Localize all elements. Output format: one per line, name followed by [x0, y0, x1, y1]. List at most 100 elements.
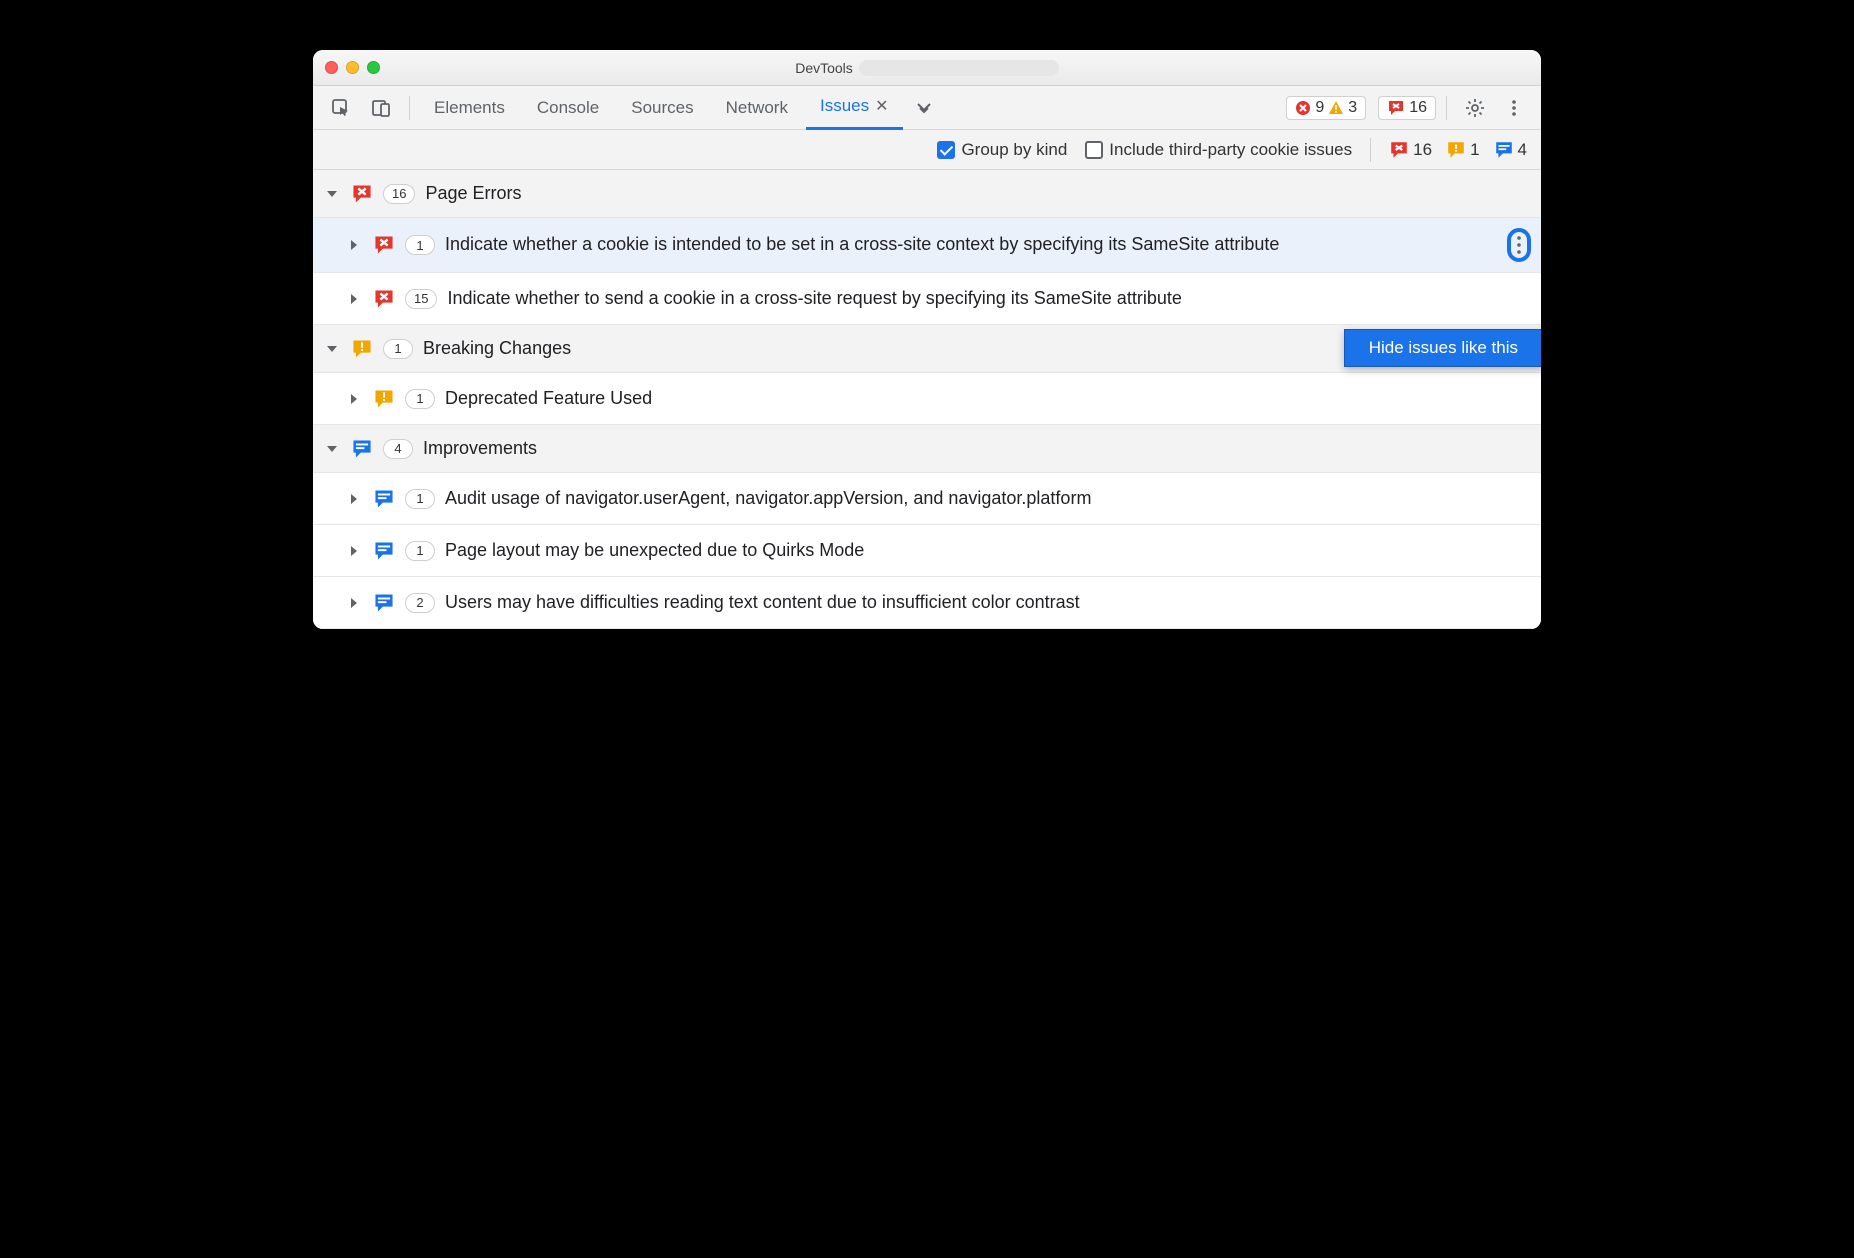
- devtools-window: DevTools Elements Console Sources Networ…: [313, 50, 1541, 629]
- tab-issues[interactable]: Issues ✕: [806, 86, 903, 130]
- issue-text: Indicate whether a cookie is intended to…: [445, 233, 1491, 256]
- group-count-badge: 1: [383, 339, 413, 359]
- disclosure-icon: [345, 390, 363, 408]
- include-third-party-label: Include third-party cookie issues: [1109, 140, 1352, 160]
- error-speech-icon: [1389, 140, 1409, 160]
- issue-text: Users may have difficulties reading text…: [445, 591, 1531, 614]
- checkbox-unchecked-icon: [1085, 141, 1103, 159]
- close-tab-icon[interactable]: ✕: [875, 96, 888, 116]
- error-speech-icon: [351, 183, 373, 205]
- issue-text: Audit usage of navigator.userAgent, navi…: [445, 487, 1531, 510]
- maximize-window-button[interactable]: [367, 61, 380, 74]
- warnings-filter-count: 1: [1470, 140, 1479, 160]
- traffic-lights: [325, 61, 380, 74]
- disclosure-icon: [323, 340, 341, 358]
- issue-row[interactable]: 1 Deprecated Feature Used: [313, 373, 1541, 425]
- issue-row[interactable]: 1 Audit usage of navigator.userAgent, nav…: [313, 473, 1541, 525]
- divider: [409, 96, 410, 120]
- tab-sources-label: Sources: [631, 98, 693, 118]
- disclosure-icon: [323, 440, 341, 458]
- minimize-window-button[interactable]: [346, 61, 359, 74]
- issue-counts: 16 1 4: [1389, 140, 1527, 160]
- more-tabs-button[interactable]: [907, 86, 941, 130]
- group-by-kind-toggle[interactable]: Group by kind: [937, 140, 1067, 160]
- inspect-element-button[interactable]: [323, 86, 359, 130]
- issue-count-badge: 1: [405, 389, 435, 409]
- warning-triangle-icon: [1328, 100, 1344, 116]
- disclosure-icon: [345, 236, 363, 254]
- group-title: Improvements: [423, 437, 1531, 460]
- info-speech-icon: [1494, 140, 1514, 160]
- issue-more-options-button[interactable]: [1507, 228, 1531, 262]
- device-toolbar-button[interactable]: [363, 86, 399, 130]
- issues-status-chip[interactable]: 16: [1378, 96, 1436, 120]
- tab-sources[interactable]: Sources: [617, 86, 707, 130]
- close-window-button[interactable]: [325, 61, 338, 74]
- issue-row[interactable]: 1 Indicate whether a cookie is intended t…: [313, 218, 1541, 273]
- issue-count-badge: 1: [405, 235, 435, 255]
- tab-elements-label: Elements: [434, 98, 505, 118]
- disclosure-icon: [345, 290, 363, 308]
- warning-speech-icon: [373, 388, 395, 410]
- errors-filter-count: 16: [1413, 140, 1432, 160]
- settings-button[interactable]: [1457, 86, 1493, 130]
- warning-speech-icon: [351, 338, 373, 360]
- group-by-kind-label: Group by kind: [961, 140, 1067, 160]
- disclosure-icon: [345, 594, 363, 612]
- console-status-chip[interactable]: 9 3: [1286, 96, 1366, 120]
- issue-text: Page layout may be unexpected due to Qui…: [445, 539, 1531, 562]
- error-speech-icon: [1387, 99, 1405, 117]
- window-title: DevTools: [795, 60, 853, 76]
- console-errors-count: 9: [1315, 99, 1324, 117]
- window-title-url-placeholder: [859, 60, 1059, 76]
- issue-group-row[interactable]: 16 Page Errors: [313, 170, 1541, 218]
- divider: [1446, 96, 1447, 120]
- toolbar: Elements Console Sources Network Issues …: [313, 86, 1541, 130]
- error-circle-icon: [1295, 100, 1311, 116]
- tab-issues-label: Issues: [820, 96, 869, 116]
- issue-row[interactable]: 15 Indicate whether to send a cookie in a…: [313, 273, 1541, 325]
- console-warnings-count: 3: [1348, 99, 1357, 117]
- checkbox-checked-icon: [937, 141, 955, 159]
- disclosure-icon: [323, 185, 341, 203]
- info-speech-icon: [351, 438, 373, 460]
- info-filter[interactable]: 4: [1494, 140, 1527, 160]
- context-menu[interactable]: Hide issues like this: [1344, 329, 1541, 367]
- issue-count-badge: 15: [405, 289, 437, 309]
- info-speech-icon: [373, 592, 395, 614]
- tab-network-label: Network: [726, 98, 788, 118]
- more-options-button[interactable]: [1497, 86, 1531, 130]
- issue-row[interactable]: 1 Page layout may be unexpected due to Qu…: [313, 525, 1541, 577]
- issue-count-badge: 1: [405, 489, 435, 509]
- issue-text: Indicate whether to send a cookie in a c…: [447, 287, 1531, 310]
- tab-elements[interactable]: Elements: [420, 86, 519, 130]
- titlebar: DevTools: [313, 50, 1541, 86]
- disclosure-icon: [345, 490, 363, 508]
- group-count-badge: 16: [383, 184, 415, 204]
- issue-count-badge: 1: [405, 541, 435, 561]
- divider: [1370, 138, 1371, 162]
- error-speech-icon: [373, 288, 395, 310]
- tab-console-label: Console: [537, 98, 599, 118]
- info-speech-icon: [373, 488, 395, 510]
- issues-blocked-count: 16: [1409, 99, 1427, 117]
- group-title: Page Errors: [425, 182, 1531, 205]
- tab-console[interactable]: Console: [523, 86, 613, 130]
- disclosure-icon: [345, 542, 363, 560]
- issues-list: 16 Page Errors 1 Indicate whether a cookie …: [313, 170, 1541, 629]
- group-count-badge: 4: [383, 439, 413, 459]
- issue-count-badge: 2: [405, 593, 435, 613]
- info-filter-count: 4: [1518, 140, 1527, 160]
- issue-text: Deprecated Feature Used: [445, 387, 1531, 410]
- errors-filter[interactable]: 16: [1389, 140, 1432, 160]
- filter-bar: Group by kind Include third-party cookie…: [313, 130, 1541, 170]
- info-speech-icon: [373, 540, 395, 562]
- tab-network[interactable]: Network: [712, 86, 802, 130]
- include-third-party-toggle[interactable]: Include third-party cookie issues: [1085, 140, 1352, 160]
- error-speech-icon: [373, 234, 395, 256]
- issue-group-row[interactable]: 4 Improvements: [313, 425, 1541, 473]
- issue-row[interactable]: 2 Users may have difficulties reading tex…: [313, 577, 1541, 629]
- warning-speech-icon: [1446, 140, 1466, 160]
- warnings-filter[interactable]: 1: [1446, 140, 1479, 160]
- hide-issues-like-this-item: Hide issues like this: [1369, 338, 1518, 357]
